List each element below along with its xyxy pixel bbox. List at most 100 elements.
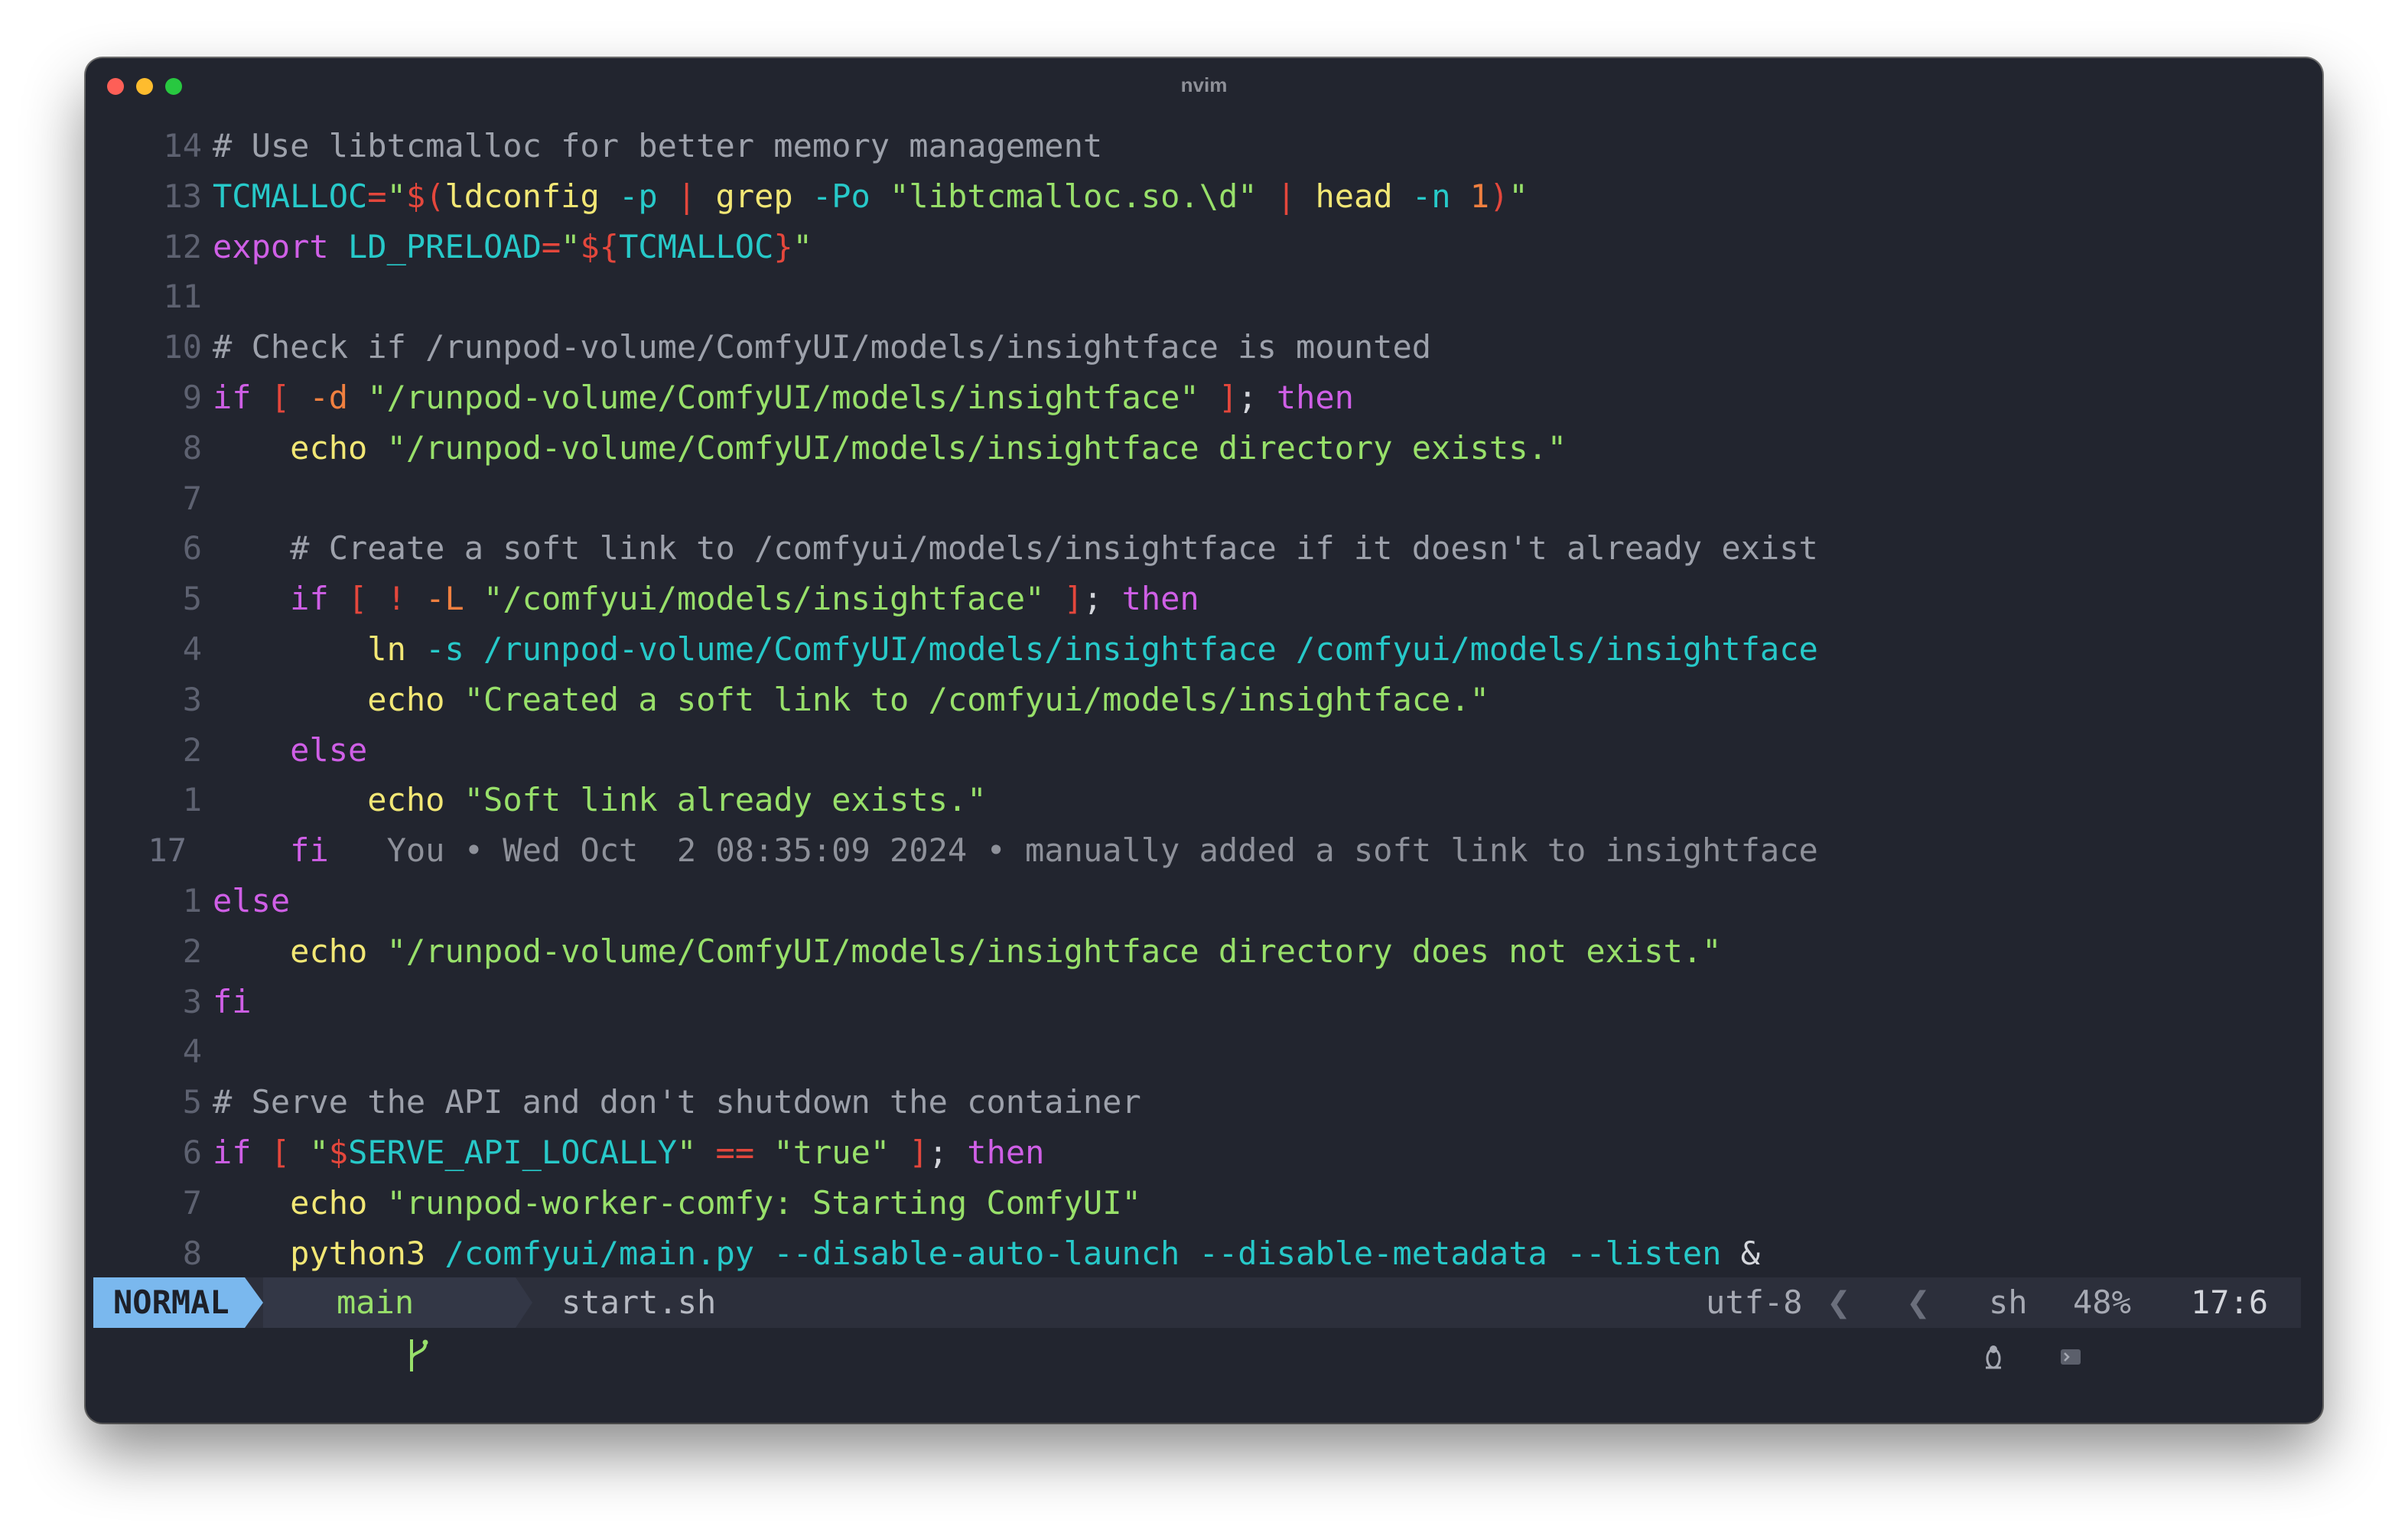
line-text: echo "Created a soft link to /comfyui/mo… xyxy=(213,675,1489,725)
code-line[interactable]: 8 echo "/runpod-volume/ComfyUI/models/in… xyxy=(86,423,2322,473)
mode-separator xyxy=(245,1277,263,1328)
code-token: 1 xyxy=(1469,177,1490,215)
line-text: echo "Soft link already exists." xyxy=(213,775,986,825)
code-token: then xyxy=(1276,379,1354,416)
code-token: python3 xyxy=(290,1234,426,1272)
code-token: -L xyxy=(425,580,464,618)
code-token: "/runpod-volume/ComfyUI/models/insightfa… xyxy=(386,428,1567,467)
code-token: fi xyxy=(213,982,252,1020)
code-token: # Create a soft link to /comfyui/models/… xyxy=(290,529,1818,568)
line-text: TCMALLOC="$(ldconfig -p | grep -Po "libt… xyxy=(213,171,1528,222)
separator-icon: ❮ xyxy=(1827,1280,1851,1326)
line-text: else xyxy=(213,725,367,776)
code-token: | xyxy=(676,177,697,215)
code-line[interactable]: 8 python3 /comfyui/main.py --disable-aut… xyxy=(86,1228,2322,1279)
code-line[interactable]: 3 echo "Created a soft link to /comfyui/… xyxy=(86,675,2322,725)
code-line[interactable]: 5 # Serve the API and don't shutdown the … xyxy=(86,1077,2322,1127)
code-token: "/comfyui/models/insightface" xyxy=(483,580,1045,618)
code-token: " xyxy=(386,177,406,215)
line-number: 3 xyxy=(182,982,202,1020)
code-token: grep xyxy=(715,177,793,215)
code-token: ln xyxy=(367,630,406,668)
code-token: " xyxy=(792,227,812,265)
code-line[interactable]: 4 xyxy=(86,1027,2322,1077)
code-line[interactable]: 10 # Check if /runpod-volume/ComfyUI/mode… xyxy=(86,322,2322,373)
line-number: 3 xyxy=(182,680,202,718)
code-line[interactable]: 2 echo "/runpod-volume/ComfyUI/models/in… xyxy=(86,926,2322,977)
code-line[interactable]: 3 fi xyxy=(86,977,2322,1027)
code-token: -d xyxy=(309,379,349,416)
code-token: ! xyxy=(386,580,406,618)
code-line[interactable]: 12 export LD_PRELOAD="${TCMALLOC}" xyxy=(86,222,2322,272)
line-text: # Serve the API and don't shutdown the c… xyxy=(213,1077,1141,1127)
code-line[interactable]: 14 # Use libtcmalloc for better memory ma… xyxy=(86,121,2322,171)
code-token: " xyxy=(309,1134,329,1171)
code-token: echo xyxy=(290,932,368,970)
code-token: TCMALLOC xyxy=(213,177,368,215)
line-text: export LD_PRELOAD="${TCMALLOC}" xyxy=(213,222,812,272)
code-token: -p xyxy=(619,177,658,215)
code-token: } xyxy=(773,227,793,265)
line-text: python3 /comfyui/main.py --disable-auto-… xyxy=(213,1228,1760,1279)
code-token: echo xyxy=(367,781,445,819)
line-text: echo "/runpod-volume/ComfyUI/models/insi… xyxy=(213,926,1721,977)
line-text: if [ -d "/runpod-volume/ComfyUI/models/i… xyxy=(213,373,1354,423)
code-token: -Po xyxy=(812,177,870,215)
code-token: ; xyxy=(928,1134,968,1171)
code-line[interactable]: 9 if [ -d "/runpod-volume/ComfyUI/models/… xyxy=(86,373,2322,423)
code-line[interactable]: 6 # Create a soft link to /comfyui/model… xyxy=(86,523,2322,574)
code-token: [ xyxy=(348,580,368,618)
title-bar: nvim xyxy=(86,58,2322,115)
code-token: fi xyxy=(290,831,329,870)
branch-separator xyxy=(516,1277,532,1328)
code-line[interactable]: 2 else xyxy=(86,725,2322,776)
line-number: 1 xyxy=(182,882,202,919)
cursor-position: 17:6 xyxy=(2191,1284,2269,1321)
code-token: if xyxy=(213,1134,252,1171)
code-token: ] xyxy=(909,1134,929,1171)
line-number: 1 xyxy=(182,781,202,819)
code-token: ; xyxy=(1083,580,1122,618)
code-line[interactable]: 11 xyxy=(86,272,2322,322)
code-token: "/runpod-volume/ComfyUI/models/insightfa… xyxy=(367,379,1199,416)
code-token: # Check if /runpod-volume/ComfyUI/models… xyxy=(213,328,1432,366)
code-line[interactable]: 1 else xyxy=(86,876,2322,926)
code-token: == xyxy=(715,1134,755,1171)
code-line[interactable]: 13 TCMALLOC="$(ldconfig -p | grep -Po "li… xyxy=(86,171,2322,222)
line-number: 4 xyxy=(182,630,202,668)
code-line[interactable]: 6 if [ "$SERVE_API_LOCALLY" == "true" ]; … xyxy=(86,1127,2322,1178)
current-code-line[interactable]: 17 fi You • Wed Oct 2 08:35:09 2024 • ma… xyxy=(86,825,2322,876)
code-line[interactable]: 7 xyxy=(86,473,2322,524)
code-token: # Serve the API and don't shutdown the c… xyxy=(213,1083,1141,1121)
code-line[interactable]: 4 ln -s /runpod-volume/ComfyUI/models/in… xyxy=(86,624,2322,675)
line-number: 2 xyxy=(182,932,202,970)
code-line[interactable]: 5 if [ ! -L "/comfyui/models/insightface… xyxy=(86,574,2322,624)
code-line[interactable]: 7 echo "runpod-worker-comfy: Starting Co… xyxy=(86,1178,2322,1228)
code-token: ; xyxy=(1238,379,1277,416)
separator-icon: ❮ xyxy=(1906,1280,1931,1326)
code-line[interactable]: 1 echo "Soft link already exists." xyxy=(86,775,2322,825)
code-token: ] xyxy=(1218,379,1238,416)
line-text: echo "runpod-worker-comfy: Starting Comf… xyxy=(213,1178,1141,1228)
